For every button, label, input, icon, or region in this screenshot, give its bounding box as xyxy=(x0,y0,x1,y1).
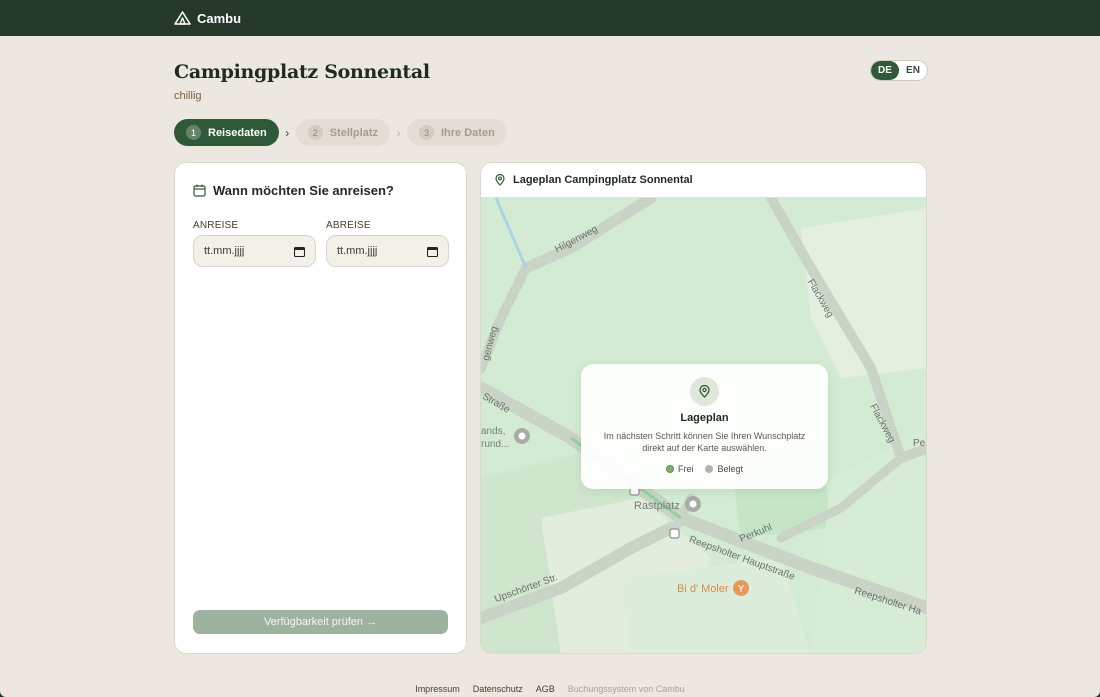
step-stellplatz[interactable]: 2 Stellplatz xyxy=(295,119,390,146)
departure-date-input[interactable]: tt.mm.jjjj xyxy=(326,235,449,267)
departure-label: ABREISE xyxy=(326,220,371,231)
brand-logo[interactable]: Cambu xyxy=(174,0,241,36)
footer-link-agb[interactable]: AGB xyxy=(536,684,555,694)
map-title: Lageplan Campingplatz Sonnental xyxy=(513,174,693,186)
calendar-picker-icon[interactable] xyxy=(294,246,305,257)
site-map[interactable]: Y Hilgenweg Flackweg Flackweg Straße Per… xyxy=(481,198,926,653)
free-dot-icon xyxy=(665,465,674,473)
page-subtitle: chillig xyxy=(174,90,202,102)
tent-icon xyxy=(174,11,191,25)
lang-de-button[interactable]: DE xyxy=(871,61,899,80)
departure-date-value: tt.mm.jjjj xyxy=(337,245,378,257)
taken-dot-icon xyxy=(705,465,714,473)
chevron-right-icon: › xyxy=(285,125,290,140)
main-page: Campingplatz Sonnental chillig DE EN 1 R… xyxy=(0,36,1100,697)
step-reisedaten[interactable]: 1 Reisedaten xyxy=(174,119,279,146)
booking-steps: 1 Reisedaten › 2 Stellplatz › 3 Ihre Dat… xyxy=(174,119,507,146)
map-pin-badge xyxy=(690,377,719,406)
legend-free: Frei xyxy=(665,464,694,474)
map-pin-icon xyxy=(699,385,710,398)
date-selection-card: Wann möchten Sie anreisen? ANREISE tt.mm… xyxy=(174,162,467,654)
language-switch: DE EN xyxy=(870,60,928,81)
arrival-date-input[interactable]: tt.mm.jjjj xyxy=(193,235,316,267)
map-info-overlay: Lageplan Im nächsten Schritt können Sie … xyxy=(581,364,828,489)
step-number: 3 xyxy=(419,125,434,140)
check-availability-button[interactable]: Verfügbarkeit prüfen → xyxy=(193,610,448,634)
calendar-picker-icon[interactable] xyxy=(427,246,438,257)
map-legend: Frei Belegt xyxy=(581,464,828,474)
footer: Impressum Datenschutz AGB Buchungssystem… xyxy=(0,684,1100,694)
legend-free-label: Frei xyxy=(677,464,694,474)
legend-taken: Belegt xyxy=(705,464,743,474)
lang-en-button[interactable]: EN xyxy=(899,61,927,80)
overlay-text: Im nächsten Schritt können Sie Ihren Wun… xyxy=(603,431,806,453)
arrival-date-value: tt.mm.jjjj xyxy=(204,245,245,257)
overlay-title: Lageplan xyxy=(680,412,729,424)
date-card-heading: Wann möchten Sie anreisen? xyxy=(193,183,394,198)
footer-link-impressum[interactable]: Impressum xyxy=(415,684,460,694)
chevron-right-icon: › xyxy=(396,125,401,140)
site-map-card: Lageplan Campingplatz Sonnental Y Hilgen… xyxy=(480,162,927,654)
step-label: Stellplatz xyxy=(329,126,378,139)
arrival-label: ANREISE xyxy=(193,220,239,231)
footer-credit: Buchungssystem von Cambu xyxy=(567,684,685,694)
step-label: Reisedaten xyxy=(208,126,267,139)
top-navbar: Cambu xyxy=(0,0,1100,36)
step-label: Ihre Daten xyxy=(441,126,495,139)
map-pin-icon xyxy=(495,174,505,186)
step-number: 2 xyxy=(307,125,323,140)
map-header: Lageplan Campingplatz Sonnental xyxy=(481,163,926,198)
svg-text:Y: Y xyxy=(737,584,745,595)
footer-link-datenschutz[interactable]: Datenschutz xyxy=(473,684,523,694)
legend-taken-label: Belegt xyxy=(717,464,744,474)
step-ihre-daten[interactable]: 3 Ihre Daten xyxy=(407,119,507,146)
step-number: 1 xyxy=(186,125,201,140)
date-card-title: Wann möchten Sie anreisen? xyxy=(213,183,394,198)
brand-name: Cambu xyxy=(197,10,242,26)
calendar-icon xyxy=(193,184,206,197)
page-title: Campingplatz Sonnental xyxy=(174,61,430,83)
